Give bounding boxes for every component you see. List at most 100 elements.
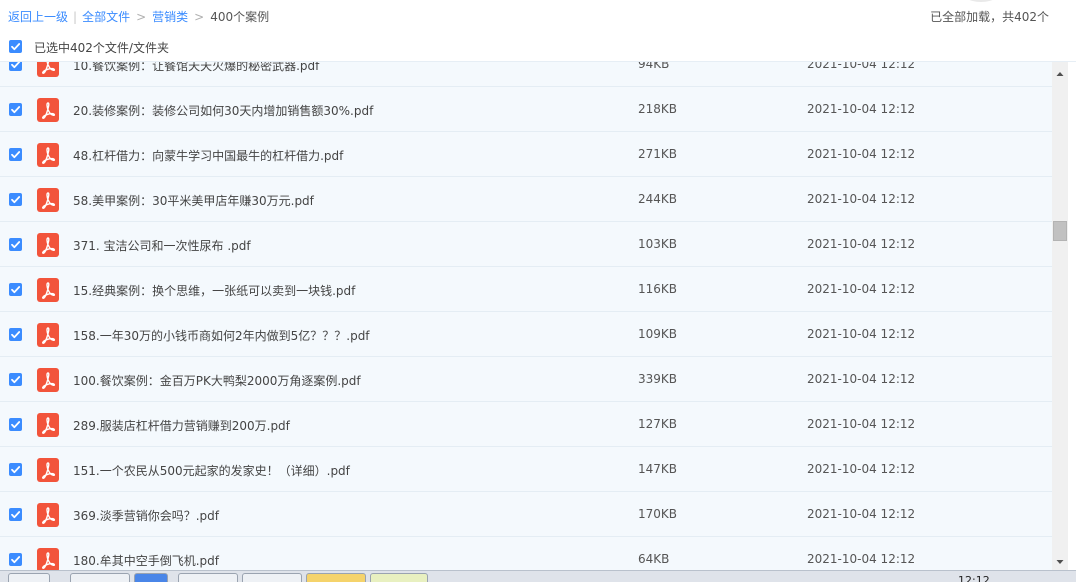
pdf-file-icon (37, 143, 59, 167)
file-size: 116KB (638, 282, 678, 296)
file-date: 2021-10-04 12:12 (807, 102, 916, 116)
file-row[interactable]: 369.淡季营销你会吗？.pdf 170KB 2021-10-04 12:12 (0, 492, 1052, 537)
file-date: 2021-10-04 12:12 (807, 372, 916, 386)
file-row[interactable]: 100.餐饮案例：金百万PK大鸭梨2000万角逐案例.pdf 339KB 2021-… (0, 357, 1052, 402)
file-row[interactable]: 58.美甲案例：30平米美甲店年赚30万元.pdf 244KB 2021-10-04… (0, 177, 1052, 222)
vertical-scrollbar[interactable] (1052, 62, 1068, 570)
file-date: 2021-10-04 12:12 (807, 62, 916, 71)
selection-bar: 已选中402个文件/文件夹 (0, 32, 1076, 62)
file-row[interactable]: 15.经典案例：换个思维，一张纸可以卖到一块钱.pdf 116KB 2021-10-… (0, 267, 1052, 312)
back-link[interactable]: 返回上一级 (8, 10, 68, 24)
file-size: 64KB (638, 552, 670, 566)
file-size: 109KB (638, 327, 678, 341)
checkbox-checked-icon[interactable] (9, 463, 22, 476)
pdf-file-icon (37, 188, 59, 212)
file-list-inner: 10.餐饮案例：让餐馆天天火爆的秘密武器.pdf 94KB 2021-10-04 1… (0, 62, 1052, 570)
file-date: 2021-10-04 12:12 (807, 147, 916, 161)
file-size: 218KB (638, 102, 678, 116)
taskbar-app-button[interactable] (70, 573, 130, 582)
file-size: 103KB (638, 237, 678, 251)
taskbar-app-button[interactable] (178, 573, 238, 582)
scroll-down-arrow-icon[interactable] (1052, 556, 1068, 568)
checkbox-checked-icon[interactable] (9, 418, 22, 431)
avatar (958, 0, 1004, 2)
current-folder: 400个案例 (210, 10, 270, 24)
taskbar-app-button[interactable] (242, 573, 302, 582)
all-files-link[interactable]: 全部文件 (82, 10, 130, 24)
file-date: 2021-10-04 12:12 (807, 507, 916, 521)
breadcrumb: 返回上一级 | 全部文件 > 营销类 >400个案例 (8, 8, 269, 25)
checkbox-checked-icon[interactable] (9, 238, 22, 251)
file-size: 244KB (638, 192, 678, 206)
file-row[interactable]: 371. 宝洁公司和一次性尿布 .pdf 103KB 2021-10-04 12:1… (0, 222, 1052, 267)
file-date: 2021-10-04 12:12 (807, 327, 916, 341)
pdf-file-icon (37, 98, 59, 122)
file-name[interactable]: 20.装修案例：装修公司如何30天内增加销售额30%.pdf (73, 102, 373, 119)
file-name[interactable]: 289.服装店杠杆借力营销赚到200万.pdf (73, 417, 290, 434)
pdf-file-icon (37, 458, 59, 482)
taskbar-start-button[interactable] (8, 573, 50, 582)
checkbox-checked-icon[interactable] (9, 373, 22, 386)
file-date: 2021-10-04 12:12 (807, 552, 916, 566)
category-link[interactable]: 营销类 (152, 10, 188, 24)
file-name[interactable]: 151.一个农民从500元起家的发家史！（详细）.pdf (73, 462, 350, 479)
file-name[interactable]: 100.餐饮案例：金百万PK大鸭梨2000万角逐案例.pdf (73, 372, 361, 389)
pdf-file-icon (37, 368, 59, 392)
scroll-thumb[interactable] (1053, 221, 1067, 241)
top-bar: 返回上一级 | 全部文件 > 营销类 >400个案例 已全部加载，共402个 (0, 0, 1076, 32)
file-row[interactable]: 158.一年30万的小钱币商如何2年内做到5亿？？？.pdf 109KB 2021-… (0, 312, 1052, 357)
file-list: 10.餐饮案例：让餐馆天天火爆的秘密武器.pdf 94KB 2021-10-04 1… (0, 62, 1052, 570)
select-all-checkbox-icon[interactable] (9, 40, 22, 53)
pdf-file-icon (37, 278, 59, 302)
file-date: 2021-10-04 12:12 (807, 237, 916, 251)
file-name[interactable]: 10.餐饮案例：让餐馆天天火爆的秘密武器.pdf (73, 62, 319, 74)
file-size: 339KB (638, 372, 678, 386)
pdf-file-icon (37, 413, 59, 437)
checkbox-checked-icon[interactable] (9, 508, 22, 521)
file-size: 147KB (638, 462, 678, 476)
checkbox-checked-icon[interactable] (9, 193, 22, 206)
breadcrumb-divider: | (73, 10, 78, 24)
load-status: 已全部加载，共402个 (930, 10, 1049, 24)
scroll-up-arrow-icon[interactable] (1052, 68, 1068, 80)
pdf-file-icon (37, 233, 59, 257)
file-name[interactable]: 158.一年30万的小钱币商如何2年内做到5亿？？？.pdf (73, 327, 370, 344)
breadcrumb-chevron-icon: > (136, 10, 147, 24)
breadcrumb-chevron-icon: > (194, 10, 205, 24)
file-name[interactable]: 369.淡季营销你会吗？.pdf (73, 507, 219, 524)
checkbox-checked-icon[interactable] (9, 103, 22, 116)
file-size: 94KB (638, 62, 670, 71)
file-name[interactable]: 371. 宝洁公司和一次性尿布 .pdf (73, 237, 251, 254)
pdf-file-icon (37, 323, 59, 347)
taskbar-app-button[interactable] (370, 573, 428, 582)
checkbox-checked-icon[interactable] (9, 283, 22, 296)
checkbox-checked-icon[interactable] (9, 553, 22, 566)
file-row[interactable]: 151.一个农民从500元起家的发家史！（详细）.pdf 147KB 2021-10… (0, 447, 1052, 492)
file-date: 2021-10-04 12:12 (807, 282, 916, 296)
file-name[interactable]: 48.杠杆借力：向蒙牛学习中国最牛的杠杆借力.pdf (73, 147, 343, 164)
file-date: 2021-10-04 12:12 (807, 462, 916, 476)
file-name[interactable]: 15.经典案例：换个思维，一张纸可以卖到一块钱.pdf (73, 282, 355, 299)
taskbar-app-button[interactable] (134, 573, 168, 582)
file-row[interactable]: 48.杠杆借力：向蒙牛学习中国最牛的杠杆借力.pdf 271KB 2021-10-0… (0, 132, 1052, 177)
selection-count: 已选中402个文件/文件夹 (34, 41, 169, 55)
checkbox-checked-icon[interactable] (9, 148, 22, 161)
file-name[interactable]: 180.牟其中空手倒飞机.pdf (73, 552, 219, 569)
file-date: 2021-10-04 12:12 (807, 417, 916, 431)
file-size: 127KB (638, 417, 678, 431)
taskbar-app-button[interactable] (306, 573, 366, 582)
file-row[interactable]: 20.装修案例：装修公司如何30天内增加销售额30%.pdf 218KB 2021-… (0, 87, 1052, 132)
file-size: 271KB (638, 147, 678, 161)
taskbar-clock: 12:12 (958, 574, 990, 582)
checkbox-checked-icon[interactable] (9, 62, 22, 71)
file-row[interactable]: 10.餐饮案例：让餐馆天天火爆的秘密武器.pdf 94KB 2021-10-04 1… (0, 62, 1052, 87)
file-name[interactable]: 58.美甲案例：30平米美甲店年赚30万元.pdf (73, 192, 314, 209)
pdf-file-icon (37, 548, 59, 570)
checkbox-checked-icon[interactable] (9, 328, 22, 341)
pdf-file-icon (37, 62, 59, 77)
taskbar: 12:12 (0, 570, 1076, 582)
file-row[interactable]: 289.服装店杠杆借力营销赚到200万.pdf 127KB 2021-10-04 1… (0, 402, 1052, 447)
file-date: 2021-10-04 12:12 (807, 192, 916, 206)
file-row[interactable]: 180.牟其中空手倒飞机.pdf 64KB 2021-10-04 12:12 (0, 537, 1052, 570)
file-size: 170KB (638, 507, 678, 521)
